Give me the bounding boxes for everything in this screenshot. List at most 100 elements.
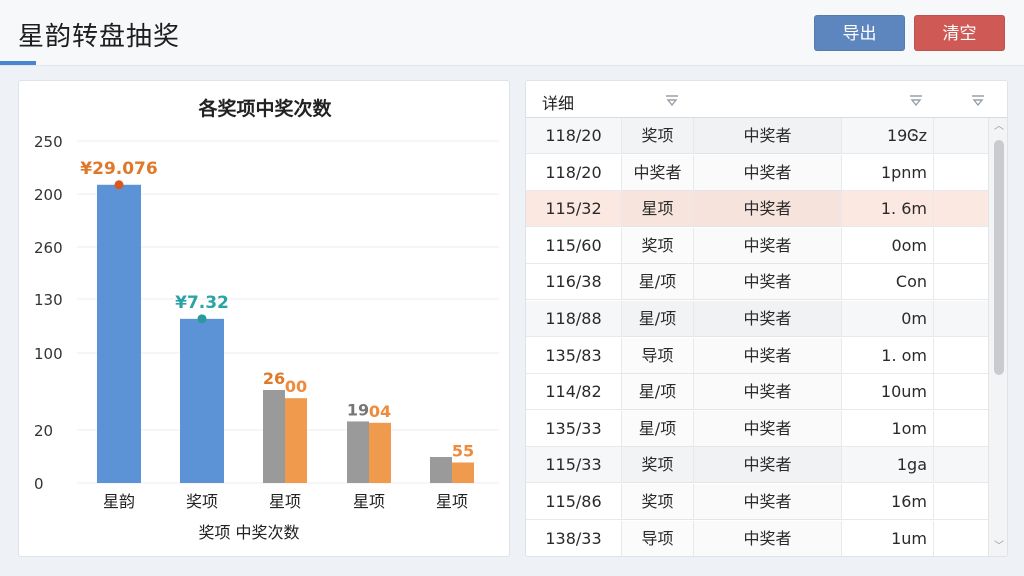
data-point-marker [197,314,207,324]
table-cell-c3: 中奖者 [694,191,842,228]
table-cell-c4: 16m [842,484,934,520]
table-cell-c1: 116/38 [526,264,622,301]
table-cell-c3: 中奖者 [694,410,842,447]
table-cell-c1: 138/33 [526,520,622,556]
table-header: 详细 [526,81,1007,118]
table-cell-c4: 0om [842,227,934,264]
table-cell-c2: 奖项 [622,227,694,264]
table-cell-c1: 114/82 [526,374,622,411]
table-cell-c4: 10um [842,374,934,411]
filter-icon[interactable] [970,93,986,107]
chart-title: 各奖项中奖次数 [197,97,332,120]
table-cell-c4: 1. 6m [842,191,934,228]
table-row[interactable]: 138/33 导项 中奖者 1um [526,520,988,556]
table-cell-c3: 中奖者 [694,301,842,337]
y-tick-label: 200 [34,186,63,204]
table-row[interactable]: 118/20 中奖者 中奖者 1pnm [526,154,988,191]
bar[interactable] [347,421,369,483]
bar[interactable] [369,422,391,483]
data-label: 04 [369,402,391,421]
bar[interactable] [97,184,141,483]
table-cell-c2: 奖项 [622,118,694,154]
filter-icon[interactable] [664,93,680,107]
table-cell-c1: 115/86 [526,484,622,520]
table-cell-c2: 导项 [622,337,694,374]
table-row[interactable]: 115/32 星项 中奖者 1. 6m [526,191,988,228]
page-title: 星韵转盘抽奖 [18,22,181,52]
x-tick-label: 星项 [353,492,385,511]
x-tick-label: 星韵 [103,492,135,511]
table-cell-c4: 1um [842,520,934,556]
bar[interactable] [180,318,224,483]
table-cell-c4: 19Ꮆz [842,118,934,154]
filter-icon[interactable] [908,93,924,107]
chevron-down-icon[interactable]: ﹀ [994,542,1004,552]
table-row[interactable]: 135/33 星/项 中奖者 1om [526,410,988,447]
table-cell-c3: 中奖者 [694,374,842,411]
table-cell-c2: 中奖者 [622,154,694,191]
data-label: 00 [285,377,307,396]
data-label: 19 [347,400,369,419]
table-row[interactable]: 114/82 星/项 中奖者 10um [526,374,988,411]
table-row[interactable]: 115/60 奖项 中奖者 0om [526,227,988,264]
table-cell-c1: 118/20 [526,154,622,191]
bar-chart: 各奖项中奖次数250200260130100200星韵 奖项 星项 星项 星项奖项 中奖… [34,97,499,542]
table-cell-c3: 中奖者 [694,118,842,154]
table-cell-c1: 118/20 [526,118,622,154]
table-cell-c3: 中奖者 [694,154,842,191]
table-cell-c3: 中奖者 [694,447,842,484]
table-cell-c2: 星/项 [622,374,694,411]
data-label: 55 [452,441,474,460]
data-label: ¥7.32 [175,293,229,313]
table-cell-c3: 中奖者 [694,264,842,301]
bar[interactable] [285,398,307,483]
table-cell-c4: 1om [842,410,934,447]
y-tick-label: 0 [34,475,44,493]
table-cell-c3: 中奖者 [694,520,842,556]
x-tick-label: 星项 [436,492,468,511]
table-cell-c2: 奖项 [622,447,694,484]
table-row[interactable]: 115/86 奖项 中奖者 16m [526,484,988,520]
chevron-up-icon[interactable]: ︿ [994,122,1004,132]
details-table: 详细 118/20 奖项 中奖者 19Ꮆz 118/20 中奖者 中奖者 1pnm 115/32… [525,80,1008,557]
table-cell-c4: 1pnm [842,154,934,191]
table-cell-c3: 中奖者 [694,227,842,264]
bar[interactable] [263,389,285,483]
y-tick-label: 130 [34,291,63,309]
table-cell-c2: 奖项 [622,484,694,520]
export-button[interactable]: 导出 [814,15,905,51]
table-cell-c2: 星/项 [622,301,694,337]
y-tick-label: 20 [34,422,53,440]
table-cell-c1: 115/32 [526,191,622,228]
y-tick-label: 100 [34,345,63,363]
table-row[interactable]: 118/88 星/项 中奖者 0m [526,301,988,337]
table-scrollbar[interactable]: ︿ ﹀ [988,118,1007,556]
table-row[interactable]: 135/83 导项 中奖者 1. om [526,337,988,374]
table-row[interactable]: 116/38 星/项 中奖者 Con [526,264,988,301]
scrollbar-thumb[interactable] [994,140,1004,375]
table-cell-c1: 115/60 [526,227,622,264]
table-cell-c4: 0m [842,301,934,337]
table-cell-c1: 118/88 [526,301,622,337]
table-cell-c2: 星/项 [622,264,694,301]
clear-button[interactable]: 清空 [914,15,1005,51]
x-tick-label: 奖项 [186,492,218,511]
table-header-label: 详细 [542,94,575,113]
table-row[interactable]: 115/33 奖项 中奖者 1ga [526,447,988,484]
table-row[interactable]: 118/20 奖项 中奖者 19Ꮆz [526,118,988,154]
table-cell-c3: 中奖者 [694,337,842,374]
table-cell-c4: Con [842,264,934,301]
data-label: 26 [263,369,285,388]
x-axis-label: 奖项 中奖次数 [198,523,299,542]
table-cell-c4: 1ga [842,447,934,484]
data-point-marker [114,180,124,190]
table-cell-c1: 135/33 [526,410,622,447]
y-tick-label: 260 [34,239,63,257]
bar[interactable] [452,462,474,483]
table-cell-c2: 星/项 [622,410,694,447]
table-cell-c4: 1. om [842,337,934,374]
table-cell-c3: 中奖者 [694,484,842,520]
bar[interactable] [430,457,452,483]
chart-panel: 各奖项中奖次数 250 200 260 130 100 20 0 星韵 奖项 星项 星项 星项 奖项 中奖… [18,80,510,557]
table-cell-c1: 115/33 [526,447,622,484]
